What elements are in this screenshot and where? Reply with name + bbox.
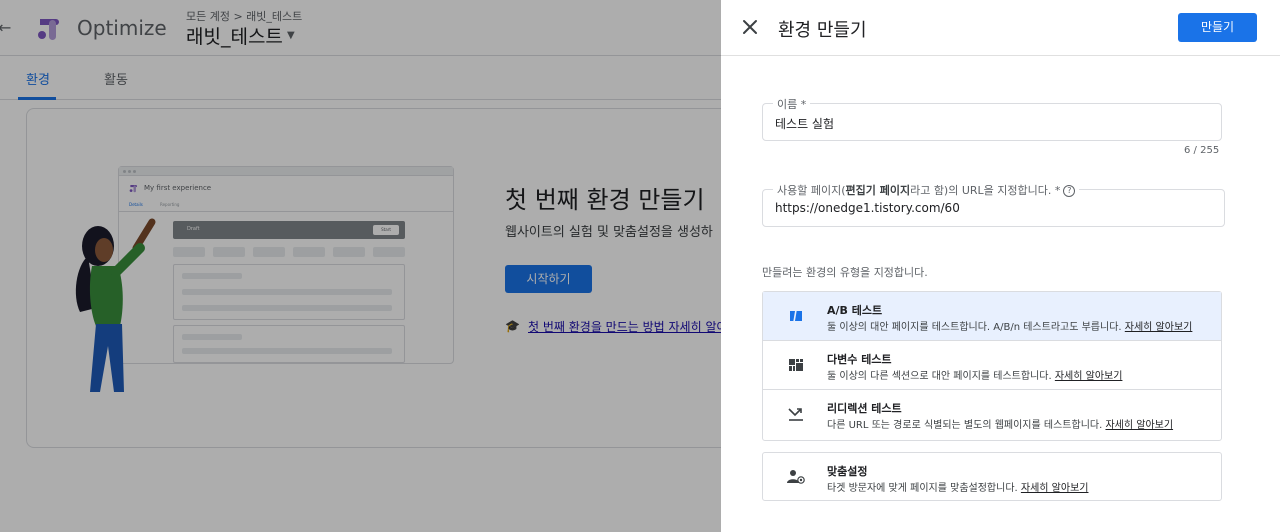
type-prompt: 만들려는 환경의 유형을 지정합니다. [762, 266, 928, 279]
type-option-redirect[interactable]: 리디렉션 테스트 다른 URL 또는 경로로 식별되는 별도의 웹페이지를 테스… [763, 390, 1221, 439]
type-description: 타겟 방문자에 맞게 페이지를 맞춤설정합니다. 자세히 알아보기 [827, 479, 1088, 494]
url-field-value[interactable]: https://onedge1.tistory.com/60 [775, 201, 960, 215]
close-icon[interactable] [740, 17, 760, 37]
ab-test-icon [790, 309, 802, 323]
type-description: 다른 URL 또는 경로로 식별되는 별도의 웹페이지를 테스트합니다. 자세히… [827, 416, 1173, 431]
name-field[interactable]: 이름 * 테스트 실험 [762, 96, 1222, 141]
type-desc-text: 둘 이상의 다른 섹션으로 대안 페이지를 테스트합니다. [827, 371, 1052, 382]
learn-more-link[interactable]: 자세히 알아보기 [1105, 420, 1173, 431]
panel-title: 환경 만들기 [778, 20, 867, 41]
type-name: 리디렉션 테스트 [827, 402, 902, 415]
redirect-icon [788, 408, 803, 421]
type-option-ab-test[interactable]: A/B 테스트 둘 이상의 대안 페이지를 테스트합니다. A/B/n 테스트라… [763, 292, 1221, 341]
multivariate-icon [789, 359, 803, 371]
type-name: 맞춤설정 [827, 465, 868, 478]
url-field-label: 사용할 페이지(편집기 페이지라고 함)의 URL을 지정합니다. *? [773, 182, 1080, 198]
type-desc-text: 다른 URL 또는 경로로 식별되는 별도의 웹페이지를 테스트합니다. [827, 420, 1103, 431]
type-name: A/B 테스트 [827, 304, 883, 317]
type-desc-text: 타겟 방문자에 맞게 페이지를 맞춤설정합니다. [827, 483, 1018, 494]
type-description: 둘 이상의 다른 섹션으로 대안 페이지를 테스트합니다. 자세히 알아보기 [827, 367, 1122, 382]
type-desc-text: 둘 이상의 대안 페이지를 테스트합니다. A/B/n 테스트라고도 부릅니다. [827, 322, 1122, 333]
name-field-value[interactable]: 테스트 실험 [775, 115, 834, 132]
type-option-personalization[interactable]: 맞춤설정 타겟 방문자에 맞게 페이지를 맞춤설정합니다. 자세히 알아보기 [762, 452, 1222, 501]
learn-more-link[interactable]: 자세히 알아보기 [1055, 371, 1123, 382]
learn-more-link[interactable]: 자세히 알아보기 [1125, 322, 1193, 333]
panel-header: 환경 만들기 만들기 [721, 0, 1280, 56]
experience-type-list: A/B 테스트 둘 이상의 대안 페이지를 테스트합니다. A/B/n 테스트라… [762, 291, 1222, 441]
type-option-multivariate[interactable]: 다변수 테스트 둘 이상의 다른 섹션으로 대안 페이지를 테스트합니다. 자세… [763, 341, 1221, 390]
url-label-post: 라고 함)의 URL을 지정합니다. * [910, 184, 1061, 197]
help-icon[interactable]: ? [1063, 185, 1076, 197]
modal-scrim[interactable] [0, 0, 721, 532]
character-counter: 6 / 255 [1184, 145, 1220, 156]
create-button[interactable]: 만들기 [1178, 13, 1257, 42]
url-label-bold: 편집기 페이지 [845, 184, 911, 197]
editor-url-field[interactable]: 사용할 페이지(편집기 페이지라고 함)의 URL을 지정합니다. *? htt… [762, 182, 1225, 227]
personalization-icon [787, 470, 805, 484]
url-label-pre: 사용할 페이지( [777, 184, 846, 197]
create-experience-panel: 환경 만들기 만들기 이름 * 테스트 실험 6 / 255 사용할 페이지(편… [721, 0, 1280, 532]
name-field-label: 이름 * [773, 96, 811, 112]
type-name: 다변수 테스트 [827, 353, 892, 366]
learn-more-link[interactable]: 자세히 알아보기 [1021, 483, 1089, 494]
type-description: 둘 이상의 대안 페이지를 테스트합니다. A/B/n 테스트라고도 부릅니다.… [827, 318, 1192, 333]
